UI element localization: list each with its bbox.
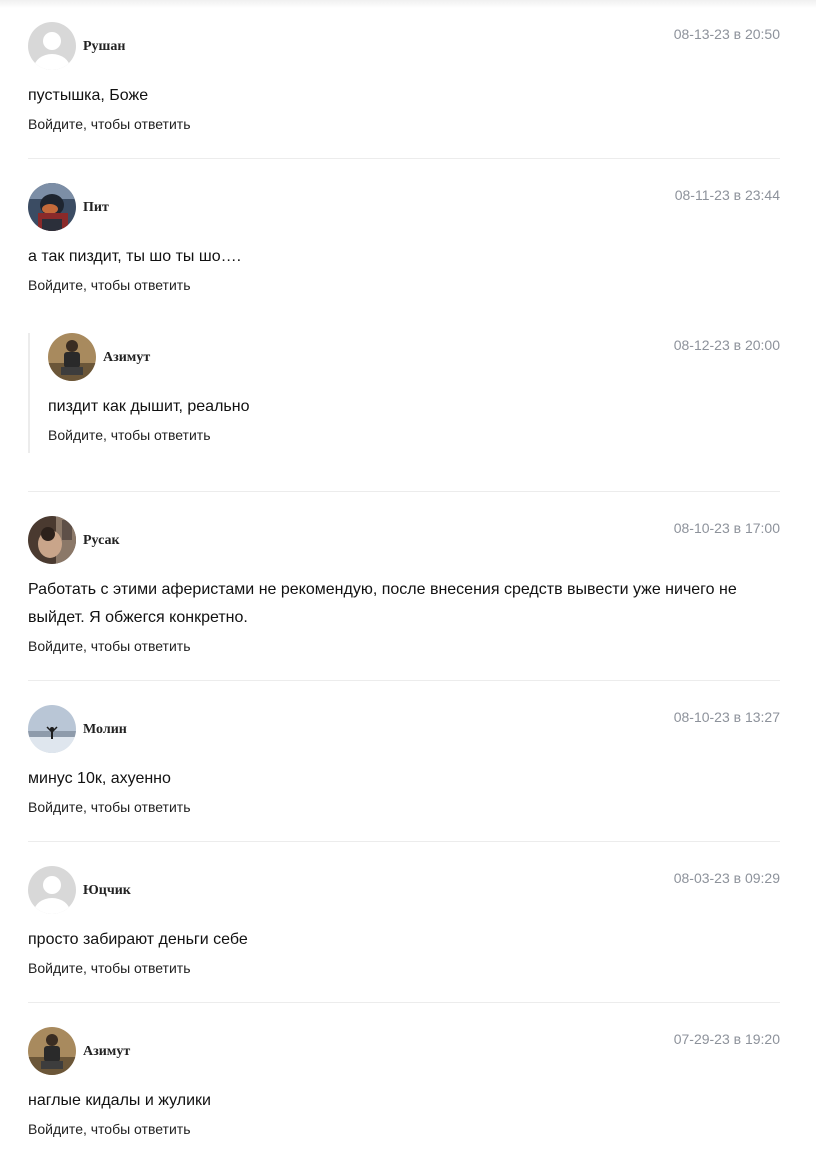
divider	[28, 491, 780, 492]
login-to-reply-link[interactable]: Войдите, чтобы ответить	[28, 1119, 780, 1139]
user-photo-avatar	[28, 1027, 76, 1075]
comment: Азимут 07-29-23 в 19:20 наглые кидалы и …	[28, 1027, 780, 1139]
default-avatar-icon	[28, 22, 76, 70]
comment-header: Молин 08-10-23 в 13:27	[28, 705, 780, 753]
comment: Пит 08-11-23 в 23:44 а так пиздит, ты шо…	[28, 183, 780, 453]
avatar	[28, 22, 76, 70]
comment-text: просто забирают деньги себе	[28, 931, 248, 948]
divider	[28, 841, 780, 842]
comment-author: Русак	[83, 533, 120, 548]
avatar	[28, 1027, 76, 1075]
user-photo-avatar	[28, 183, 76, 231]
comments-list: Рушан 08-13-23 в 20:50 пустышка, Боже Во…	[28, 22, 780, 1139]
comment-author: Молин	[83, 722, 127, 737]
comment: Юцчик 08-03-23 в 09:29 просто забирают д…	[28, 866, 780, 978]
comment-header: Рушан 08-13-23 в 20:50	[28, 22, 780, 70]
login-to-reply-link[interactable]: Войдите, чтобы ответить	[28, 114, 780, 134]
comment-text: а так пиздит, ты шо ты шо….	[28, 248, 242, 265]
login-to-reply-link[interactable]: Войдите, чтобы ответить	[48, 425, 780, 445]
comment-author: Пит	[83, 200, 109, 215]
comment-date: 08-03-23 в 09:29	[673, 870, 780, 886]
comment-author: Азимут	[103, 350, 151, 365]
user-photo-avatar	[28, 705, 76, 753]
divider	[28, 158, 780, 159]
comment-date: 08-11-23 в 23:44	[674, 187, 780, 203]
comment-date: 08-10-23 в 17:00	[673, 520, 780, 536]
avatar	[28, 183, 76, 231]
login-to-reply-link[interactable]: Войдите, чтобы ответить	[28, 636, 780, 656]
avatar	[28, 705, 76, 753]
comment-header: Азимут 08-12-23 в 20:00	[48, 333, 780, 381]
comment: Русак 08-10-23 в 17:00 Работать с этими …	[28, 516, 780, 656]
comment-text: пустышка, Боже	[28, 87, 149, 104]
comment: Молин 08-10-23 в 13:27 минус 10к, ахуенн…	[28, 705, 780, 817]
comment-text: наглые кидалы и жулики	[28, 1092, 211, 1109]
comment-text: пиздит как дышит, реально	[48, 398, 250, 415]
comment-text: минус 10к, ахуенно	[28, 770, 171, 787]
comment-header: Юцчик 08-03-23 в 09:29	[28, 866, 780, 914]
comment-author: Рушан	[83, 39, 126, 54]
avatar	[28, 516, 76, 564]
login-to-reply-link[interactable]: Войдите, чтобы ответить	[28, 275, 780, 295]
reply-comment: Азимут 08-12-23 в 20:00 пиздит как дышит…	[28, 333, 780, 453]
divider	[28, 680, 780, 681]
comment-header: Пит 08-11-23 в 23:44	[28, 183, 780, 231]
default-avatar-icon	[28, 866, 76, 914]
comment-author: Юцчик	[83, 883, 131, 898]
comment-date: 08-13-23 в 20:50	[673, 26, 780, 42]
avatar	[48, 333, 96, 381]
divider	[28, 1002, 780, 1003]
comment-date: 08-12-23 в 20:00	[673, 337, 780, 353]
login-to-reply-link[interactable]: Войдите, чтобы ответить	[28, 958, 780, 978]
comment-date: 07-29-23 в 19:20	[673, 1031, 780, 1047]
comment-author: Азимут	[83, 1044, 131, 1059]
user-photo-avatar	[48, 333, 96, 381]
comment-header: Русак 08-10-23 в 17:00	[28, 516, 780, 564]
user-photo-avatar	[28, 516, 76, 564]
comment-text: Работать с этими аферистами не рекоменду…	[28, 581, 737, 626]
login-to-reply-link[interactable]: Войдите, чтобы ответить	[28, 797, 780, 817]
avatar	[28, 866, 76, 914]
comment-date: 08-10-23 в 13:27	[673, 709, 780, 725]
comment: Рушан 08-13-23 в 20:50 пустышка, Боже Во…	[28, 22, 780, 134]
comment-header: Азимут 07-29-23 в 19:20	[28, 1027, 780, 1075]
top-shadow	[0, 0, 816, 8]
